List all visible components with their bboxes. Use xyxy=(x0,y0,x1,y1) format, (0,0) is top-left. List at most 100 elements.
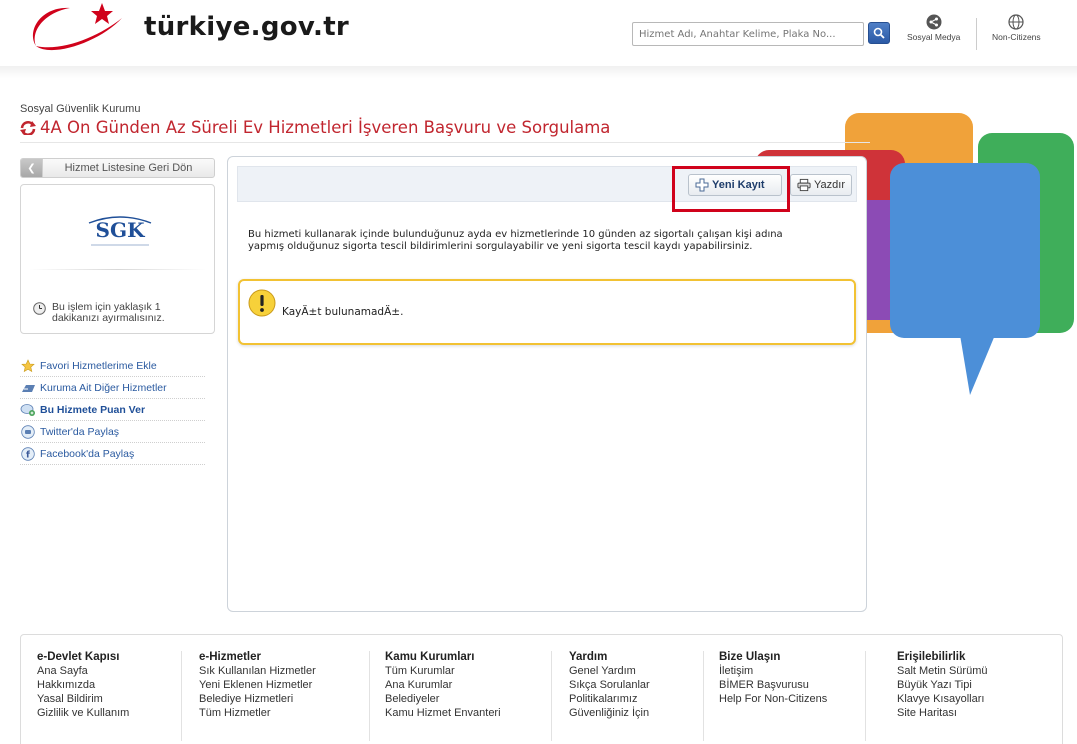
sgk-refresh-icon xyxy=(20,120,36,135)
footer-link[interactable]: Genel Yardım xyxy=(569,664,650,678)
back-to-service-list-button[interactable]: ❮ Hizmet Listesine Geri Dön xyxy=(20,158,215,178)
footer-link[interactable]: Hakkımızda xyxy=(37,678,129,692)
footer-heading: Kamu Kurumları xyxy=(385,651,475,663)
time-estimate-text: Bu işlem için yaklaşık 1 dakikanızı ayır… xyxy=(52,302,165,324)
main-panel: Yeni Kayıt Yazdır Bu hizmeti kullanarak … xyxy=(227,156,867,612)
share-twitter-link[interactable]: Twitter'da Paylaş xyxy=(20,421,205,443)
footer-link[interactable]: BİMER Başvurusu xyxy=(719,678,827,692)
search-button[interactable] xyxy=(868,22,890,44)
social-media-label: Sosyal Medya xyxy=(907,32,961,42)
footer-link[interactable]: Yeni Eklenen Hizmetler xyxy=(199,678,316,692)
turkiye-gov-logo[interactable]: türkiye.gov.tr xyxy=(22,0,349,52)
search-area xyxy=(632,22,894,46)
footer-divider xyxy=(703,651,704,741)
footer-divider xyxy=(551,651,552,741)
print-button[interactable]: Yazdır xyxy=(790,174,852,196)
share-facebook-label: Facebook'da Paylaş xyxy=(40,447,135,460)
social-media-button[interactable]: Sosyal Medya xyxy=(907,14,960,42)
warning-icon xyxy=(248,289,276,317)
add-to-favorites-label: Favori Hizmetlerime Ekle xyxy=(40,359,157,372)
sgk-logo-text: SGK xyxy=(96,218,146,242)
footer-link[interactable]: Belediyeler xyxy=(385,692,501,706)
footer-heading: e-Hizmetler xyxy=(199,651,261,663)
printer-icon xyxy=(797,178,811,192)
footer-col-ehizmetler: e-Hizmetler Sık Kullanılan Hizmetler Yen… xyxy=(199,651,316,720)
non-citizens-button[interactable]: Non-Citizens xyxy=(992,14,1041,42)
footer-link[interactable]: Klavye Kısayolları xyxy=(897,692,987,706)
twitter-icon xyxy=(21,424,35,439)
footer-col-bize-ulasin: Bize Ulaşın İletişim BİMER Başvurusu Hel… xyxy=(719,651,827,706)
footer-link[interactable]: Politikalarımız xyxy=(569,692,650,706)
footer-divider xyxy=(181,651,182,741)
footer-link[interactable]: Gizlilik ve Kullanım xyxy=(37,706,129,720)
title-underline xyxy=(20,142,870,143)
institution-name: Sosyal Güvenlik Kurumu xyxy=(20,103,141,115)
non-citizens-label: Non-Citizens xyxy=(992,32,1041,42)
add-to-favorites-link[interactable]: Favori Hizmetlerime Ekle xyxy=(20,355,205,377)
rate-service-label: Bu Hizmete Puan Ver xyxy=(40,403,146,416)
sgk-logo-icon: SGK xyxy=(88,216,152,246)
footer-link[interactable]: Site Haritası xyxy=(897,706,987,720)
other-services-label: Kuruma Ait Diğer Hizmetler xyxy=(40,381,167,394)
time-note-line2: dakikanızı ayırmalısınız. xyxy=(52,312,165,324)
description-line1: Bu hizmeti kullanarak içinde bulunduğunu… xyxy=(248,229,783,240)
header-shadow xyxy=(0,66,1077,78)
page-title: 4A On Günden Az Süreli Ev Hizmetleri İşv… xyxy=(20,118,610,137)
site-header: türkiye.gov.tr Sosyal Medya Non-Citizens xyxy=(0,0,1077,72)
footer-link[interactable]: Tüm Kurumlar xyxy=(385,664,501,678)
footer-heading: Yardım xyxy=(569,651,608,663)
footer-col-kamu: Kamu Kurumları Tüm Kurumlar Ana Kurumlar… xyxy=(385,651,501,720)
footer-heading: e-Devlet Kapısı xyxy=(37,651,120,663)
rate-comment-icon xyxy=(20,403,35,416)
footer-heading: Erişilebilirlik xyxy=(897,651,966,663)
footer-col-erisilebilirlik: Erişilebilirlik Salt Metin Sürümü Büyük … xyxy=(897,651,987,720)
search-input[interactable] xyxy=(632,22,864,46)
institution-services-icon xyxy=(21,384,35,392)
footer-link[interactable]: Sıkça Sorulanlar xyxy=(569,678,650,692)
print-label: Yazdır xyxy=(814,179,845,191)
alert-message: KayÄ±t bulunamadÄ±. xyxy=(282,306,404,318)
svg-text:f: f xyxy=(26,450,30,460)
institution-info-box: SGK Bu işlem için yaklaşık 1 dakikanızı … xyxy=(20,184,215,334)
share-facebook-link[interactable]: f Facebook'da Paylaş xyxy=(20,443,205,465)
footer-link[interactable]: Help For Non-Citizens xyxy=(719,692,827,706)
service-description: Bu hizmeti kullanarak içinde bulunduğunu… xyxy=(248,229,848,253)
logo-text: türkiye.gov.tr xyxy=(144,12,350,42)
crescent-star-logo-icon xyxy=(33,3,122,51)
no-record-alert: KayÄ±t bulunamadÄ±. xyxy=(238,279,856,345)
search-icon xyxy=(873,27,885,39)
side-links: Favori Hizmetlerime Ekle Kuruma Ait Diğe… xyxy=(20,355,205,465)
clock-icon xyxy=(33,302,46,315)
footer-divider xyxy=(369,651,370,741)
footer-link[interactable]: Büyük Yazı Tipi xyxy=(897,678,987,692)
description-line2: yapmış olduğunuz sigorta tescil bildirim… xyxy=(248,241,753,252)
footer-link[interactable]: İletişim xyxy=(719,664,827,678)
rate-service-link[interactable]: Bu Hizmete Puan Ver xyxy=(20,399,205,421)
footer-link[interactable]: Güvenliğiniz İçin xyxy=(569,706,650,720)
footer-link[interactable]: Tüm Hizmetler xyxy=(199,706,316,720)
page-title-text: 4A On Günden Az Süreli Ev Hizmetleri İşv… xyxy=(40,118,611,137)
footer-link[interactable]: Yasal Bildirim xyxy=(37,692,129,706)
other-institution-services-link[interactable]: Kuruma Ait Diğer Hizmetler xyxy=(20,377,205,399)
chevron-left-icon: ❮ xyxy=(21,159,43,177)
time-estimate: Bu işlem için yaklaşık 1 dakikanızı ayır… xyxy=(33,302,208,324)
facebook-icon: f xyxy=(21,446,35,461)
footer-link[interactable]: Belediye Hizmetleri xyxy=(199,692,316,706)
share-twitter-label: Twitter'da Paylaş xyxy=(40,425,120,438)
footer-col-yardim: Yardım Genel Yardım Sıkça Sorulanlar Pol… xyxy=(569,651,650,720)
footer-heading: Bize Ulaşın xyxy=(719,651,781,663)
highlight-box xyxy=(672,166,790,212)
site-footer: e-Devlet Kapısı Ana Sayfa Hakkımızda Yas… xyxy=(20,634,1063,744)
back-button-label: Hizmet Listesine Geri Dön xyxy=(64,162,193,174)
footer-link[interactable]: Ana Kurumlar xyxy=(385,678,501,692)
share-icon xyxy=(926,14,942,30)
footer-link[interactable]: Sık Kullanılan Hizmetler xyxy=(199,664,316,678)
footer-link[interactable]: Kamu Hizmet Envanteri xyxy=(385,706,501,720)
footer-divider xyxy=(865,651,866,741)
footer-link[interactable]: Ana Sayfa xyxy=(37,664,129,678)
footer-link[interactable]: Salt Metin Sürümü xyxy=(897,664,987,678)
header-divider xyxy=(976,18,977,50)
info-separator xyxy=(29,269,206,270)
star-icon xyxy=(21,358,35,372)
footer-col-edevlet: e-Devlet Kapısı Ana Sayfa Hakkımızda Yas… xyxy=(37,651,129,720)
